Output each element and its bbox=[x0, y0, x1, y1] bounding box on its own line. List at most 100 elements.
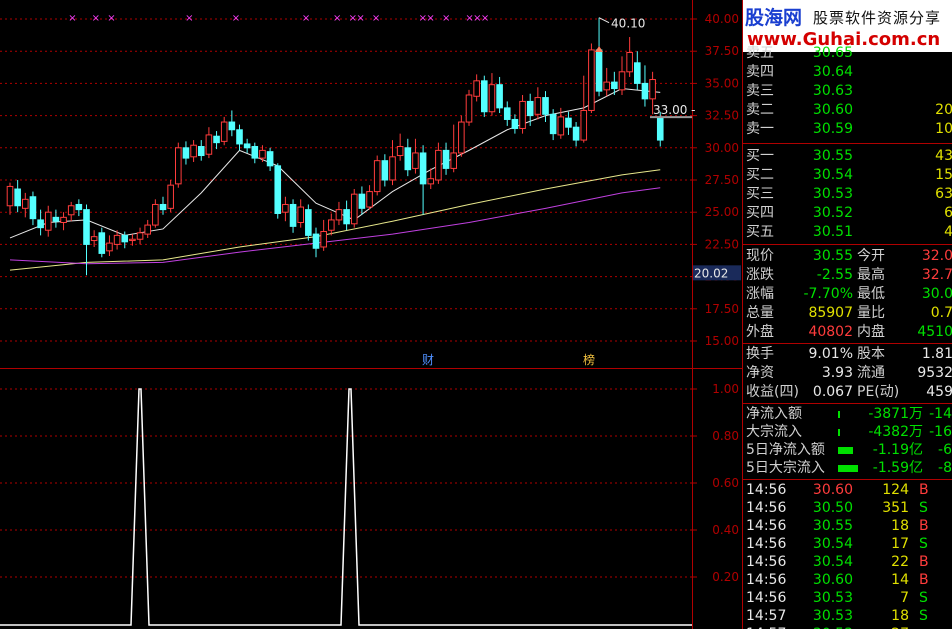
y-tick-label: 22.50 bbox=[705, 237, 739, 251]
candle-body bbox=[83, 209, 90, 245]
order-level-label: 买二 bbox=[746, 167, 774, 183]
tick-volume: 351 bbox=[882, 500, 909, 516]
current-price-label: 33.00 - bbox=[653, 103, 696, 117]
order-book-buy-row: 买二 30.54 15 bbox=[743, 166, 952, 184]
price-labels: 40.10 33.00 - 财 榜 bbox=[422, 17, 696, 367]
moving-average-line bbox=[9, 187, 661, 265]
candle-body bbox=[373, 160, 381, 193]
moving-average-line bbox=[9, 88, 661, 239]
kline-chart[interactable]: × × × × × × × × × × × × × × × × 40.1033.00 -财榜 40.0037.… bbox=[0, 0, 743, 629]
tick-price: 30.54 bbox=[812, 536, 853, 552]
tick-time: 14:56 bbox=[746, 518, 787, 534]
quote-row: 涨幅 -7.70% 最低 30.0 bbox=[743, 285, 952, 303]
quote-label: 总量 bbox=[746, 305, 774, 321]
fundamental-value: 9532 bbox=[917, 365, 952, 381]
tick-price: 30.53 bbox=[812, 590, 853, 606]
tick-row: 14:56 30.60 124 B bbox=[743, 481, 952, 499]
tick-row: 14:56 30.55 18 B bbox=[743, 517, 952, 535]
fundamental-value: 459 bbox=[926, 384, 952, 400]
tick-volume: 124 bbox=[882, 482, 909, 498]
logo-slogan: 股票软件资源分享 bbox=[813, 9, 942, 27]
candle-body bbox=[144, 224, 151, 235]
candle-body bbox=[503, 107, 511, 120]
money-flow-row: 5日净流入额 -1.19亿 -6 bbox=[743, 441, 952, 459]
tick-row: 14:57 30.53 18 S bbox=[743, 607, 952, 625]
flow-bar bbox=[838, 411, 840, 418]
candle-body bbox=[542, 97, 549, 115]
fundamental-value: 3.93 bbox=[821, 365, 853, 381]
order-volume: 20 bbox=[935, 102, 952, 118]
candle-body bbox=[251, 146, 259, 159]
signal-marker: × bbox=[356, 13, 364, 24]
candle-body bbox=[656, 117, 664, 141]
y-tick-label: 30.00 bbox=[705, 141, 739, 155]
order-book-sell-row: 卖三 30.63 bbox=[743, 82, 952, 100]
flow-extra: -14 bbox=[929, 406, 952, 422]
tick-price: 30.54 bbox=[812, 554, 853, 570]
tick-price: 30.50 bbox=[812, 500, 853, 516]
flow-bar bbox=[838, 429, 840, 436]
order-price: 30.51 bbox=[812, 224, 853, 240]
candle-body bbox=[435, 149, 442, 181]
flow-bar bbox=[838, 447, 853, 454]
quote-value: -7.70% bbox=[803, 286, 853, 302]
order-level-label: 买一 bbox=[746, 148, 774, 164]
signal-marker: × bbox=[333, 13, 341, 24]
candle-body bbox=[14, 188, 21, 207]
panel-separator bbox=[743, 403, 952, 404]
tick-volume: 18 bbox=[891, 608, 909, 624]
tick-volume: 27 bbox=[873, 625, 909, 629]
y-tick-label: 32.50 bbox=[705, 109, 739, 123]
candle-body bbox=[366, 191, 373, 208]
quote-label: 最低 bbox=[857, 286, 885, 302]
candle-body bbox=[289, 203, 297, 227]
fundamental-label: 收益(四) bbox=[746, 384, 799, 400]
order-volume: 15 bbox=[935, 167, 952, 183]
signal-marker: × bbox=[68, 13, 76, 24]
order-price: 30.59 bbox=[812, 121, 853, 137]
order-book-buy-row: 买四 30.52 6 bbox=[743, 204, 952, 222]
quote-value: 85907 bbox=[808, 305, 853, 321]
tick-side: S bbox=[919, 500, 928, 516]
y-tick-label: 40.00 bbox=[705, 12, 739, 26]
panel-separator bbox=[743, 143, 952, 144]
fundamental-label: 净资 bbox=[746, 365, 774, 381]
tick-volume: 14 bbox=[891, 572, 909, 588]
order-price: 30.60 bbox=[812, 102, 853, 118]
flow-label: 5日净流入额 bbox=[746, 442, 825, 458]
candle-body bbox=[626, 51, 633, 73]
candle-body bbox=[496, 84, 503, 109]
y-axis: 40.00 37.50 35.00 32.50 30.00 27.50 25.00 22.50… bbox=[692, 12, 741, 584]
tick-side: B bbox=[919, 482, 929, 498]
fundamental-row: 换手 9.01% 股本 1.81 bbox=[743, 345, 952, 363]
tick-volume: 22 bbox=[891, 554, 909, 570]
fundamental-label: 股本 bbox=[857, 346, 885, 362]
order-price: 30.65 bbox=[812, 45, 853, 61]
tick-row: 14:57 30.53 27 bbox=[743, 625, 952, 629]
candle-body bbox=[52, 216, 60, 222]
logo-brand: 股海网 bbox=[745, 7, 803, 29]
flow-extra: -8 bbox=[938, 460, 952, 476]
candle-body bbox=[381, 160, 389, 181]
fundamental-label: 流通 bbox=[857, 365, 885, 381]
candle-body bbox=[266, 151, 274, 167]
candle-body bbox=[473, 80, 480, 97]
candle-body bbox=[343, 209, 350, 225]
tick-volume: 7 bbox=[900, 590, 909, 606]
tick-volume: 17 bbox=[891, 536, 909, 552]
candle-body bbox=[113, 234, 121, 245]
candlestick-series[interactable] bbox=[6, 17, 664, 276]
candle-body bbox=[603, 81, 611, 91]
order-volume: 10 bbox=[935, 121, 952, 137]
signal-marker: × bbox=[426, 13, 434, 24]
order-price: 30.53 bbox=[812, 186, 853, 202]
indicator-series[interactable] bbox=[0, 388, 692, 626]
order-book-buy-row: 买一 30.55 43 bbox=[743, 147, 952, 165]
candle-body bbox=[297, 206, 304, 224]
flow-bar bbox=[838, 465, 858, 472]
y-tick-label: 0.60 bbox=[712, 476, 739, 490]
candle-body bbox=[488, 84, 496, 113]
order-volume: 4 bbox=[944, 224, 952, 240]
tick-side: B bbox=[919, 554, 929, 570]
candle-body bbox=[236, 129, 243, 145]
